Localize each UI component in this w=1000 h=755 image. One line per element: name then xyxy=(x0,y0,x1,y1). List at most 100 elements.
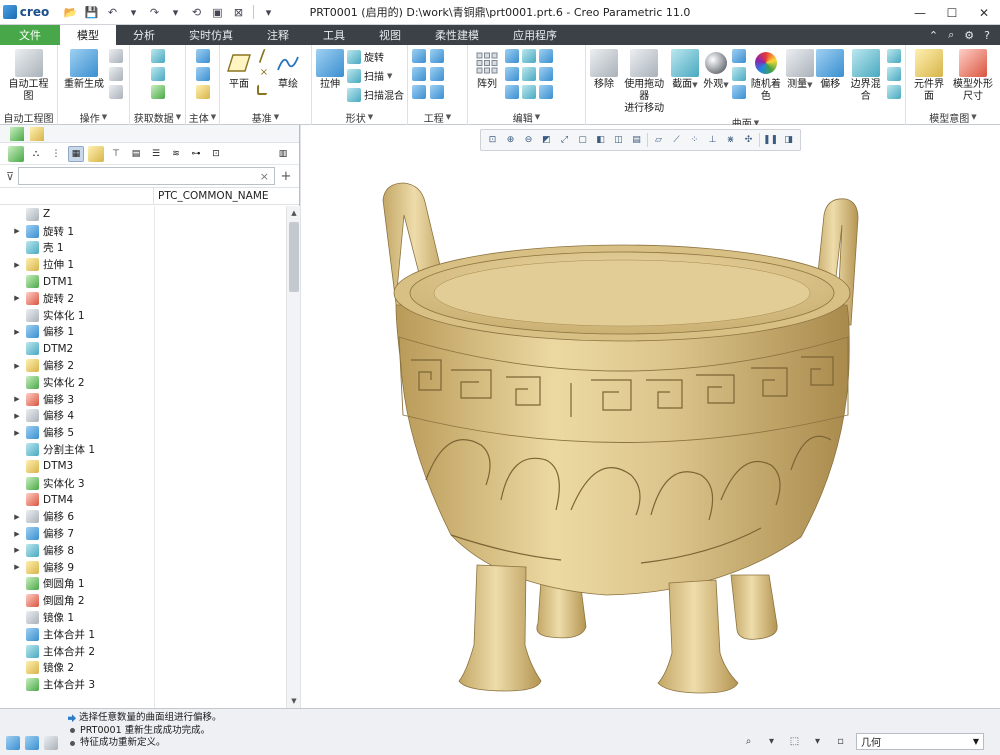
tree-item[interactable]: 实体化 1 xyxy=(0,307,286,324)
bronze-ding-model[interactable] xyxy=(301,125,1000,708)
shell-icon[interactable] xyxy=(412,85,426,99)
find-icon[interactable]: ⌕ xyxy=(741,734,756,749)
freestyle-icon[interactable] xyxy=(732,67,747,81)
tree-item[interactable]: ▶ 旋转 1 xyxy=(0,223,286,240)
delete-icon[interactable] xyxy=(109,85,123,99)
tree-item[interactable]: DTM1 xyxy=(0,273,286,290)
tree-hierarchy-icon[interactable]: ⛬ xyxy=(28,146,44,162)
rib-icon[interactable] xyxy=(430,85,444,99)
select-dropdown-icon[interactable]: ▾ xyxy=(810,734,825,749)
close-window-icon[interactable]: ⊠ xyxy=(230,4,247,21)
tab-view[interactable]: 视图 xyxy=(362,25,418,45)
tree-search-input[interactable]: × xyxy=(18,167,275,185)
component-interface-button[interactable]: 元件界面 xyxy=(910,47,948,103)
browser-toggle-icon[interactable] xyxy=(25,736,39,750)
tab-flexible-modeling[interactable]: 柔性建模 xyxy=(418,25,496,45)
tab-model[interactable]: 模型 xyxy=(60,25,116,45)
extend-icon[interactable] xyxy=(505,67,519,81)
solidify-icon[interactable] xyxy=(539,67,553,81)
expand-arrow-icon[interactable]: ▶ xyxy=(12,395,22,403)
boundary-blend-button[interactable]: 边界混合 xyxy=(846,47,885,103)
round-icon[interactable] xyxy=(412,67,426,81)
expand-arrow-icon[interactable]: ▶ xyxy=(12,362,22,370)
tree-scrollbar[interactable]: ▲ ▼ xyxy=(286,206,300,708)
measure-button[interactable]: 测量▼ xyxy=(785,47,814,91)
stack-icon[interactable]: ≋ xyxy=(168,146,184,162)
save-icon[interactable]: 💾 xyxy=(83,4,100,21)
regenerate-button[interactable]: 重新生成 xyxy=(62,47,106,91)
shrinkwrap-icon[interactable] xyxy=(150,85,165,99)
tree-item[interactable]: 主体合并 3 xyxy=(0,676,286,693)
clear-search-icon[interactable]: × xyxy=(260,170,269,183)
maximize-button[interactable]: ☐ xyxy=(936,0,968,25)
layer-icon[interactable] xyxy=(88,145,104,162)
tree-view-icon[interactable] xyxy=(8,145,24,162)
box-select-icon[interactable]: ⬚ xyxy=(787,734,802,749)
expand-arrow-icon[interactable]: ▶ xyxy=(12,227,22,235)
project-icon[interactable] xyxy=(522,85,536,99)
tree-item[interactable]: DTM2 xyxy=(0,340,286,357)
scroll-thumb[interactable] xyxy=(289,222,299,292)
tree-item[interactable]: ▶ 偏移 8 xyxy=(0,542,286,559)
help-icon[interactable]: ? xyxy=(984,29,990,42)
appearance-button[interactable]: 外观▼ xyxy=(701,47,730,91)
graphics-window[interactable]: ⊡ ⊕ ⊖ ◩ ⤢ ▢ ◧ ◫ ▤ ▱ ⟋ ⁘ ⊥ ⋇ ✣ ❚❚ ◨ xyxy=(301,125,1000,708)
filter-tree-icon[interactable]: ⊤ xyxy=(108,146,124,162)
folder-browser-tab-icon[interactable] xyxy=(30,126,44,141)
settings-icon[interactable]: ⚙ xyxy=(964,29,974,42)
extrude-button[interactable]: 拉伸 xyxy=(316,47,344,91)
tree-item[interactable]: ▶ 偏移 6 xyxy=(0,508,286,525)
show-icon[interactable]: ☰ xyxy=(148,146,164,162)
tree-item[interactable]: Z xyxy=(0,206,286,223)
offset-button[interactable]: 偏移 xyxy=(816,47,845,91)
intersect-icon[interactable] xyxy=(522,67,536,81)
expand-arrow-icon[interactable]: ▶ xyxy=(12,412,22,420)
tree-item[interactable]: ▶ 偏移 2 xyxy=(0,357,286,374)
mirror-icon[interactable] xyxy=(505,49,519,63)
settings-tree-icon[interactable]: ▤ xyxy=(128,146,144,162)
tab-file[interactable]: 文件 xyxy=(0,25,60,45)
body-split-icon[interactable] xyxy=(195,67,210,81)
plane-button[interactable]: 平面 xyxy=(224,47,254,91)
scroll-up-icon[interactable]: ▲ xyxy=(287,206,301,220)
expand-arrow-icon[interactable]: ▶ xyxy=(12,294,22,302)
section-button[interactable]: 截面▼ xyxy=(670,47,699,91)
tree-name-column[interactable] xyxy=(0,188,154,204)
draft-icon[interactable] xyxy=(430,49,444,63)
tree-options-icon[interactable]: ▥ xyxy=(275,146,291,162)
hole-icon[interactable] xyxy=(412,49,426,63)
sketch-button[interactable]: 草绘 xyxy=(274,47,302,91)
expand-arrow-icon[interactable]: ▶ xyxy=(12,261,22,269)
redo-icon[interactable]: ↷ xyxy=(146,4,163,21)
style-icon[interactable] xyxy=(732,49,747,63)
expand-arrow-icon[interactable]: ▶ xyxy=(12,546,22,554)
find-dropdown-icon[interactable]: ▾ xyxy=(764,734,779,749)
tree-item[interactable]: ▶ 偏移 4 xyxy=(0,408,286,425)
search-icon[interactable]: ⌕ xyxy=(948,28,954,42)
pattern-button[interactable]: 阵列 xyxy=(472,47,502,91)
random-color-button[interactable]: 随机着色 xyxy=(748,47,783,103)
undo-dropdown-icon[interactable]: ▾ xyxy=(125,4,142,21)
tree-item[interactable]: 分割主体 1 xyxy=(0,441,286,458)
body-boolean-icon[interactable] xyxy=(195,49,210,63)
tree-columns-icon[interactable]: ▦ xyxy=(68,145,84,162)
trim-icon[interactable] xyxy=(505,85,519,99)
tree-item[interactable]: 倒圆角 1 xyxy=(0,576,286,593)
tree-item[interactable]: ▶ 偏移 5 xyxy=(0,424,286,441)
minimize-button[interactable]: — xyxy=(904,0,936,25)
tree-item[interactable]: ▶ 偏移 7 xyxy=(0,525,286,542)
copy-icon[interactable] xyxy=(109,49,123,63)
scroll-down-icon[interactable]: ▼ xyxy=(287,694,301,708)
customize-qat-icon[interactable]: ▾ xyxy=(260,4,277,21)
coordinate-system-icon[interactable] xyxy=(257,85,267,95)
surface-option-3-icon[interactable] xyxy=(887,85,901,99)
swept-blend-button[interactable]: 扫描混合 xyxy=(347,87,404,102)
tree-item[interactable]: ▶ 拉伸 1 xyxy=(0,256,286,273)
chamfer-icon[interactable] xyxy=(430,67,444,81)
envelope-size-button[interactable]: 模型外形 尺寸 xyxy=(951,47,995,103)
copy-geometry-icon[interactable] xyxy=(150,67,165,81)
navigator-toggle-icon[interactable] xyxy=(6,736,20,750)
fill-icon[interactable] xyxy=(732,85,747,99)
tree-item[interactable]: DTM3 xyxy=(0,458,286,475)
tree-item[interactable]: 主体合并 2 xyxy=(0,643,286,660)
